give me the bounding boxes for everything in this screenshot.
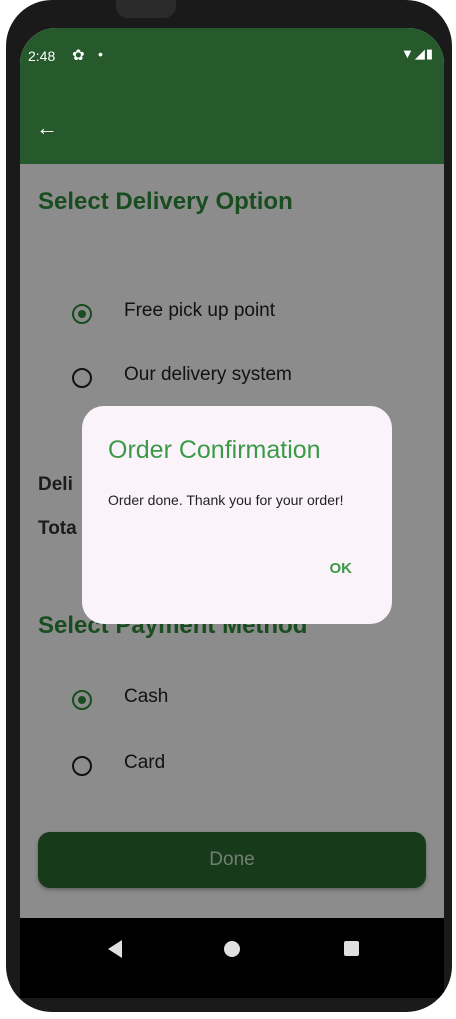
dialog-title: Order Confirmation <box>108 436 321 464</box>
app-screen: 2:48 ✿ • ▼◢▮ ← Select Delivery Option Fr… <box>20 28 444 998</box>
app-bar: ← <box>20 80 444 164</box>
arrow-left-icon[interactable]: ← <box>36 114 64 142</box>
notification-dot: • <box>98 46 103 62</box>
nav-home-icon[interactable] <box>224 941 240 957</box>
status-bar: 2:48 ✿ • ▼◢▮ <box>20 28 444 80</box>
gear-icon: ✿ <box>72 47 85 64</box>
phone-frame: 2:48 ✿ • ▼◢▮ ← Select Delivery Option Fr… <box>6 0 452 1012</box>
nav-back-icon[interactable] <box>108 940 122 958</box>
dialog-message: Order done. Thank you for your order! <box>108 492 344 508</box>
ok-button[interactable]: OK <box>330 560 353 577</box>
camera-notch <box>116 0 176 18</box>
nav-recents-icon[interactable] <box>344 941 359 956</box>
status-time: 2:48 <box>28 48 56 64</box>
signal-battery-icons: ▼◢▮ <box>400 46 434 61</box>
system-nav-bar <box>20 918 444 998</box>
order-confirmation-dialog: Order Confirmation Order done. Thank you… <box>82 406 392 624</box>
